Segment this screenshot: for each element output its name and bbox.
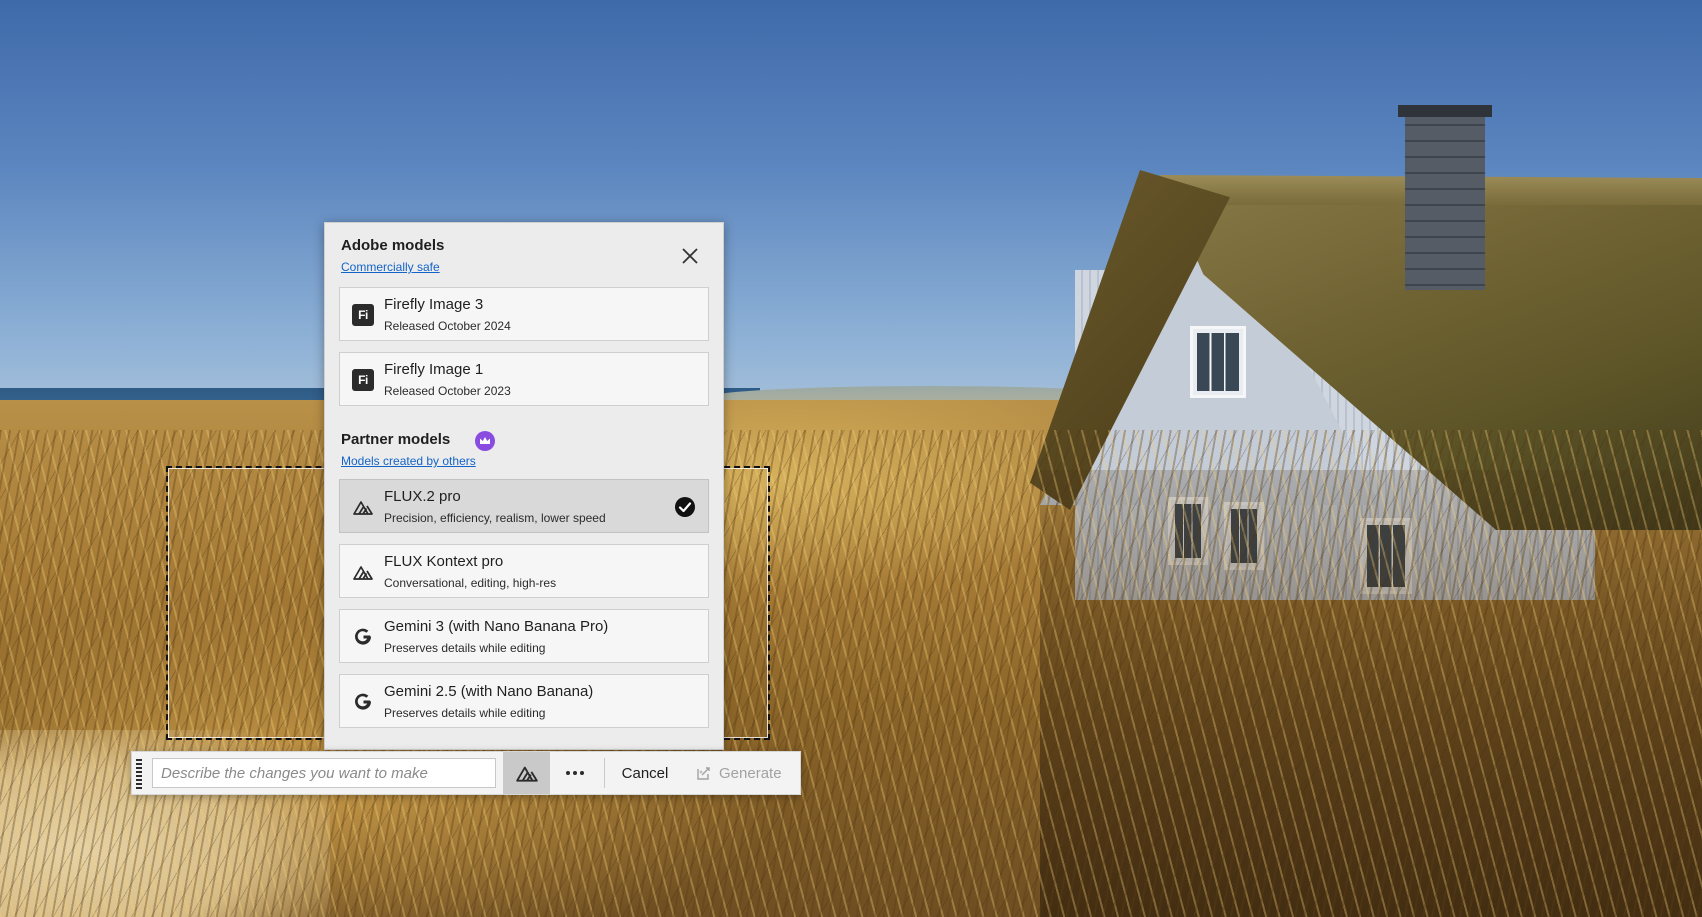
drag-handle-icon[interactable] — [136, 758, 142, 790]
crown-icon — [475, 431, 495, 451]
model-card-gemini-2-5[interactable]: Gemini 2.5 (with Nano Banana) Preserves … — [339, 674, 709, 728]
close-icon — [682, 248, 698, 264]
model-description: Preserves details while editing — [384, 641, 546, 655]
model-description: Preserves details while editing — [384, 706, 546, 720]
generative-fill-toolbar: Cancel Generate — [131, 751, 801, 795]
firefly-icon: Fi — [352, 369, 374, 391]
flux-icon — [353, 566, 373, 580]
house-window — [1190, 326, 1246, 398]
google-icon — [355, 628, 371, 645]
cancel-button[interactable]: Cancel — [610, 752, 680, 794]
close-button[interactable] — [677, 243, 703, 269]
model-card-flux-kontext-pro[interactable]: FLUX Kontext pro Conversational, editing… — [339, 544, 709, 598]
commercially-safe-link[interactable]: Commercially safe — [341, 260, 440, 274]
more-horizontal-icon — [566, 771, 584, 775]
generate-button[interactable]: Generate — [686, 752, 792, 794]
chimney-cap — [1398, 105, 1492, 117]
model-name: FLUX.2 pro — [384, 488, 461, 505]
model-name: Firefly Image 1 — [384, 361, 484, 378]
flux-icon — [515, 766, 538, 782]
model-description: Precision, efficiency, realism, lower sp… — [384, 511, 606, 525]
model-card-flux-2-pro[interactable]: FLUX.2 pro Precision, efficiency, realis… — [339, 479, 709, 533]
generate-label: Generate — [719, 764, 782, 782]
prompt-input[interactable] — [152, 758, 496, 788]
more-options-button[interactable] — [552, 752, 598, 794]
model-name: Firefly Image 3 — [384, 296, 484, 313]
firefly-icon: Fi — [352, 304, 374, 326]
model-name: Gemini 3 (with Nano Banana Pro) — [384, 618, 609, 635]
model-description: Conversational, editing, high-res — [384, 576, 557, 590]
google-icon — [355, 693, 371, 710]
model-picker-panel: Adobe models Commercially safe Fi Firefl… — [324, 222, 724, 750]
adobe-models-heading: Adobe models — [341, 237, 445, 254]
generate-icon — [697, 767, 710, 780]
model-card-gemini-3[interactable]: Gemini 3 (with Nano Banana Pro) Preserve… — [339, 609, 709, 663]
models-created-by-others-link[interactable]: Models created by others — [341, 454, 476, 468]
checkmark-icon — [675, 497, 695, 517]
partner-models-heading: Partner models — [341, 431, 451, 448]
model-card-firefly-image-1[interactable]: Fi Firefly Image 1 Released October 2023 — [339, 352, 709, 406]
chimney — [1405, 110, 1485, 290]
model-name: Gemini 2.5 (with Nano Banana) — [384, 683, 594, 700]
model-selector-button[interactable] — [503, 752, 550, 794]
model-name: FLUX Kontext pro — [384, 553, 504, 570]
model-card-firefly-image-3[interactable]: Fi Firefly Image 3 Released October 2024 — [339, 287, 709, 341]
toolbar-divider — [604, 758, 605, 788]
model-description: Released October 2024 — [384, 319, 511, 333]
flux-icon — [353, 501, 373, 515]
model-description: Released October 2023 — [384, 384, 511, 398]
